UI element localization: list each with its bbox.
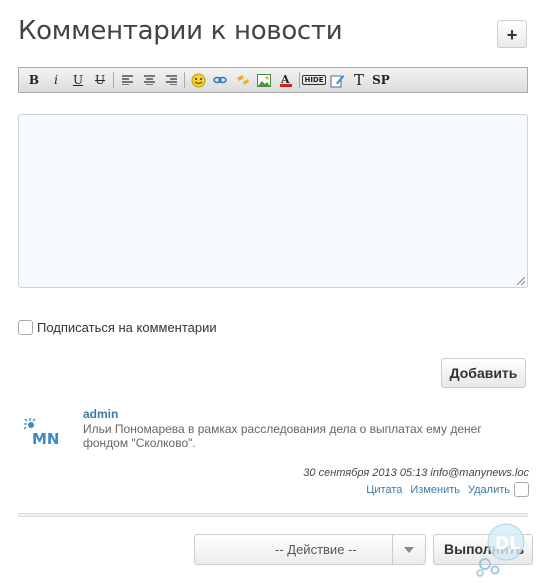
align-center-icon	[143, 75, 155, 85]
bold-label: B	[28, 73, 40, 87]
comment-text: Ильи Пономарева в рамках расследования д…	[83, 422, 482, 450]
comment-actions: Цитата Изменить Удалить	[358, 482, 529, 497]
link-button[interactable]	[209, 70, 231, 90]
editor-toolbar: B i U U A HIDE T SP	[18, 67, 528, 93]
svg-text:DL: DL	[495, 534, 520, 554]
text-label: T	[353, 71, 364, 89]
strike-label: U	[94, 73, 106, 87]
sp-label: SP	[372, 73, 390, 87]
smiley-icon	[191, 73, 205, 87]
resize-handle-icon	[517, 277, 525, 285]
delete-link[interactable]: Удалить	[468, 484, 510, 496]
pencil-icon	[330, 74, 344, 87]
align-left-icon	[121, 75, 133, 85]
add-comment-toggle-button[interactable]: +	[497, 20, 527, 48]
image-button[interactable]	[253, 70, 275, 90]
edit-button[interactable]	[326, 70, 348, 90]
align-center-button[interactable]	[138, 70, 160, 90]
smiley-button[interactable]	[187, 70, 209, 90]
align-left-button[interactable]	[116, 70, 138, 90]
link-icon	[213, 76, 227, 84]
align-right-icon	[165, 75, 177, 85]
text-color-button[interactable]: A	[275, 70, 297, 90]
chevron-down-icon[interactable]	[392, 535, 425, 564]
bold-button[interactable]: B	[23, 70, 45, 90]
add-comment-button[interactable]: Добавить	[441, 358, 526, 388]
quote-link[interactable]: Цитата	[366, 484, 402, 496]
strikethrough-button[interactable]: U	[89, 70, 111, 90]
divider	[18, 513, 528, 517]
comment-author[interactable]: admin	[83, 407, 118, 421]
toolbar-separator	[299, 72, 300, 88]
text-color-icon: A	[280, 73, 292, 87]
page-title: Комментарии к новости	[18, 16, 343, 46]
comment-meta: 30 сентября 2013 05:13 info@manynews.loc	[303, 467, 529, 479]
underline-label: U	[72, 73, 84, 87]
spoiler-button[interactable]: SP	[370, 70, 392, 90]
underline-button[interactable]: U	[67, 70, 89, 90]
watermark-logo-icon: DL	[476, 523, 525, 577]
toolbar-separator	[113, 72, 114, 88]
text-button[interactable]: T	[348, 70, 370, 90]
subscribe-option[interactable]: Подписаться на комментарии	[18, 320, 217, 335]
action-select[interactable]: -- Действие --	[194, 534, 426, 565]
svg-text:MN: MN	[32, 430, 59, 446]
subscribe-checkbox[interactable]	[18, 320, 33, 335]
align-right-button[interactable]	[160, 70, 182, 90]
comment-select-checkbox[interactable]	[514, 482, 529, 497]
image-icon	[257, 73, 271, 87]
avatar: MN	[23, 418, 59, 446]
action-select-value: -- Действие --	[275, 542, 357, 557]
unlink-icon	[236, 74, 249, 85]
unlink-button[interactable]	[231, 70, 253, 90]
edit-link[interactable]: Изменить	[410, 484, 460, 496]
subscribe-label: Подписаться на комментарии	[37, 320, 217, 335]
hide-label: HIDE	[302, 75, 326, 85]
toolbar-separator	[184, 72, 185, 88]
italic-label: i	[54, 73, 58, 87]
comment-textarea[interactable]	[18, 114, 528, 288]
hide-button[interactable]: HIDE	[302, 70, 326, 90]
italic-button[interactable]: i	[45, 70, 67, 90]
